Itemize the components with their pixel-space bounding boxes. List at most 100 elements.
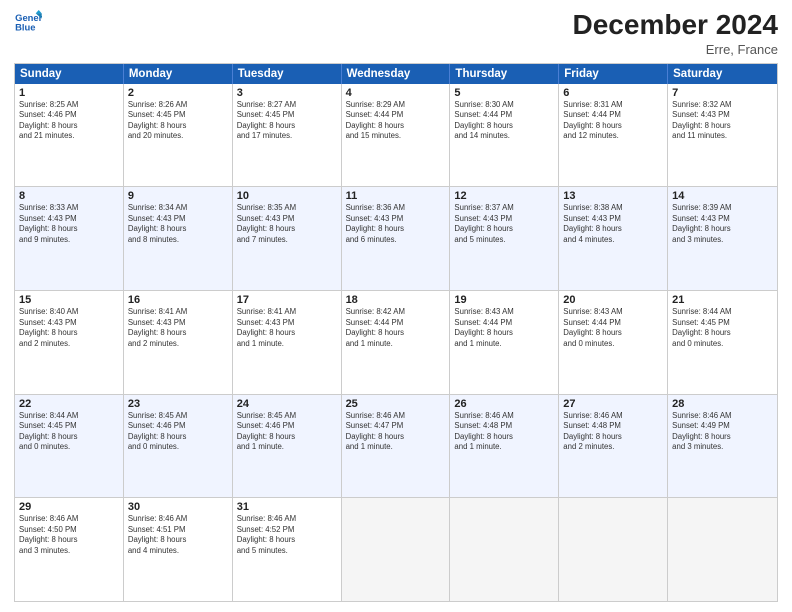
header-day-sunday: Sunday	[15, 64, 124, 84]
header-day-monday: Monday	[124, 64, 233, 84]
cell-info: Sunrise: 8:30 AMSunset: 4:44 PMDaylight:…	[454, 100, 554, 142]
calendar-row-4: 22Sunrise: 8:44 AMSunset: 4:45 PMDayligh…	[15, 394, 777, 498]
day-cell-20: 20Sunrise: 8:43 AMSunset: 4:44 PMDayligh…	[559, 291, 668, 394]
cell-info: Sunrise: 8:44 AMSunset: 4:45 PMDaylight:…	[672, 307, 773, 349]
day-cell-15: 15Sunrise: 8:40 AMSunset: 4:43 PMDayligh…	[15, 291, 124, 394]
cell-info: Sunrise: 8:40 AMSunset: 4:43 PMDaylight:…	[19, 307, 119, 349]
day-cell-19: 19Sunrise: 8:43 AMSunset: 4:44 PMDayligh…	[450, 291, 559, 394]
day-number: 25	[346, 398, 446, 410]
header-day-tuesday: Tuesday	[233, 64, 342, 84]
day-number: 8	[19, 190, 119, 202]
day-number: 10	[237, 190, 337, 202]
day-number: 20	[563, 294, 663, 306]
day-number: 11	[346, 190, 446, 202]
cell-info: Sunrise: 8:26 AMSunset: 4:45 PMDaylight:…	[128, 100, 228, 142]
day-number: 7	[672, 87, 773, 99]
logo: General Blue	[14, 10, 42, 34]
day-cell-2: 2Sunrise: 8:26 AMSunset: 4:45 PMDaylight…	[124, 84, 233, 187]
calendar-body: 1Sunrise: 8:25 AMSunset: 4:46 PMDaylight…	[15, 84, 777, 601]
empty-cell	[342, 498, 451, 601]
day-cell-29: 29Sunrise: 8:46 AMSunset: 4:50 PMDayligh…	[15, 498, 124, 601]
day-cell-6: 6Sunrise: 8:31 AMSunset: 4:44 PMDaylight…	[559, 84, 668, 187]
cell-info: Sunrise: 8:34 AMSunset: 4:43 PMDaylight:…	[128, 203, 228, 245]
cell-info: Sunrise: 8:45 AMSunset: 4:46 PMDaylight:…	[128, 411, 228, 453]
day-number: 29	[19, 501, 119, 513]
cell-info: Sunrise: 8:46 AMSunset: 4:49 PMDaylight:…	[672, 411, 773, 453]
cell-info: Sunrise: 8:35 AMSunset: 4:43 PMDaylight:…	[237, 203, 337, 245]
cell-info: Sunrise: 8:46 AMSunset: 4:48 PMDaylight:…	[563, 411, 663, 453]
calendar-header: SundayMondayTuesdayWednesdayThursdayFrid…	[15, 64, 777, 84]
day-number: 16	[128, 294, 228, 306]
day-cell-1: 1Sunrise: 8:25 AMSunset: 4:46 PMDaylight…	[15, 84, 124, 187]
day-number: 31	[237, 501, 337, 513]
cell-info: Sunrise: 8:33 AMSunset: 4:43 PMDaylight:…	[19, 203, 119, 245]
cell-info: Sunrise: 8:39 AMSunset: 4:43 PMDaylight:…	[672, 203, 773, 245]
day-number: 19	[454, 294, 554, 306]
day-number: 23	[128, 398, 228, 410]
day-cell-23: 23Sunrise: 8:45 AMSunset: 4:46 PMDayligh…	[124, 395, 233, 498]
day-number: 12	[454, 190, 554, 202]
day-number: 9	[128, 190, 228, 202]
empty-cell	[668, 498, 777, 601]
cell-info: Sunrise: 8:27 AMSunset: 4:45 PMDaylight:…	[237, 100, 337, 142]
day-cell-26: 26Sunrise: 8:46 AMSunset: 4:48 PMDayligh…	[450, 395, 559, 498]
calendar-row-2: 8Sunrise: 8:33 AMSunset: 4:43 PMDaylight…	[15, 186, 777, 290]
cell-info: Sunrise: 8:32 AMSunset: 4:43 PMDaylight:…	[672, 100, 773, 142]
day-number: 30	[128, 501, 228, 513]
day-cell-7: 7Sunrise: 8:32 AMSunset: 4:43 PMDaylight…	[668, 84, 777, 187]
header-day-friday: Friday	[559, 64, 668, 84]
day-number: 27	[563, 398, 663, 410]
day-cell-5: 5Sunrise: 8:30 AMSunset: 4:44 PMDaylight…	[450, 84, 559, 187]
day-cell-4: 4Sunrise: 8:29 AMSunset: 4:44 PMDaylight…	[342, 84, 451, 187]
empty-cell	[559, 498, 668, 601]
day-cell-8: 8Sunrise: 8:33 AMSunset: 4:43 PMDaylight…	[15, 187, 124, 290]
day-number: 21	[672, 294, 773, 306]
day-cell-13: 13Sunrise: 8:38 AMSunset: 4:43 PMDayligh…	[559, 187, 668, 290]
day-number: 4	[346, 87, 446, 99]
cell-info: Sunrise: 8:46 AMSunset: 4:50 PMDaylight:…	[19, 514, 119, 556]
cell-info: Sunrise: 8:43 AMSunset: 4:44 PMDaylight:…	[563, 307, 663, 349]
day-cell-21: 21Sunrise: 8:44 AMSunset: 4:45 PMDayligh…	[668, 291, 777, 394]
month-title: December 2024	[573, 10, 778, 41]
header: General Blue December 2024 Erre, France	[14, 10, 778, 57]
day-number: 22	[19, 398, 119, 410]
day-number: 14	[672, 190, 773, 202]
logo-icon: General Blue	[14, 10, 42, 34]
cell-info: Sunrise: 8:43 AMSunset: 4:44 PMDaylight:…	[454, 307, 554, 349]
subtitle: Erre, France	[573, 42, 778, 57]
day-cell-10: 10Sunrise: 8:35 AMSunset: 4:43 PMDayligh…	[233, 187, 342, 290]
cell-info: Sunrise: 8:42 AMSunset: 4:44 PMDaylight:…	[346, 307, 446, 349]
page: General Blue December 2024 Erre, France …	[0, 0, 792, 612]
cell-info: Sunrise: 8:41 AMSunset: 4:43 PMDaylight:…	[237, 307, 337, 349]
cell-info: Sunrise: 8:46 AMSunset: 4:52 PMDaylight:…	[237, 514, 337, 556]
cell-info: Sunrise: 8:29 AMSunset: 4:44 PMDaylight:…	[346, 100, 446, 142]
day-cell-12: 12Sunrise: 8:37 AMSunset: 4:43 PMDayligh…	[450, 187, 559, 290]
day-cell-24: 24Sunrise: 8:45 AMSunset: 4:46 PMDayligh…	[233, 395, 342, 498]
cell-info: Sunrise: 8:36 AMSunset: 4:43 PMDaylight:…	[346, 203, 446, 245]
day-cell-16: 16Sunrise: 8:41 AMSunset: 4:43 PMDayligh…	[124, 291, 233, 394]
day-number: 13	[563, 190, 663, 202]
day-cell-11: 11Sunrise: 8:36 AMSunset: 4:43 PMDayligh…	[342, 187, 451, 290]
day-cell-3: 3Sunrise: 8:27 AMSunset: 4:45 PMDaylight…	[233, 84, 342, 187]
day-cell-9: 9Sunrise: 8:34 AMSunset: 4:43 PMDaylight…	[124, 187, 233, 290]
day-number: 24	[237, 398, 337, 410]
cell-info: Sunrise: 8:31 AMSunset: 4:44 PMDaylight:…	[563, 100, 663, 142]
calendar-row-3: 15Sunrise: 8:40 AMSunset: 4:43 PMDayligh…	[15, 290, 777, 394]
day-cell-25: 25Sunrise: 8:46 AMSunset: 4:47 PMDayligh…	[342, 395, 451, 498]
cell-info: Sunrise: 8:44 AMSunset: 4:45 PMDaylight:…	[19, 411, 119, 453]
day-number: 5	[454, 87, 554, 99]
cell-info: Sunrise: 8:37 AMSunset: 4:43 PMDaylight:…	[454, 203, 554, 245]
day-number: 2	[128, 87, 228, 99]
day-number: 26	[454, 398, 554, 410]
day-cell-17: 17Sunrise: 8:41 AMSunset: 4:43 PMDayligh…	[233, 291, 342, 394]
title-block: December 2024 Erre, France	[573, 10, 778, 57]
day-cell-31: 31Sunrise: 8:46 AMSunset: 4:52 PMDayligh…	[233, 498, 342, 601]
day-cell-14: 14Sunrise: 8:39 AMSunset: 4:43 PMDayligh…	[668, 187, 777, 290]
header-day-saturday: Saturday	[668, 64, 777, 84]
day-number: 28	[672, 398, 773, 410]
cell-info: Sunrise: 8:46 AMSunset: 4:47 PMDaylight:…	[346, 411, 446, 453]
cell-info: Sunrise: 8:45 AMSunset: 4:46 PMDaylight:…	[237, 411, 337, 453]
header-day-wednesday: Wednesday	[342, 64, 451, 84]
day-number: 15	[19, 294, 119, 306]
day-cell-18: 18Sunrise: 8:42 AMSunset: 4:44 PMDayligh…	[342, 291, 451, 394]
